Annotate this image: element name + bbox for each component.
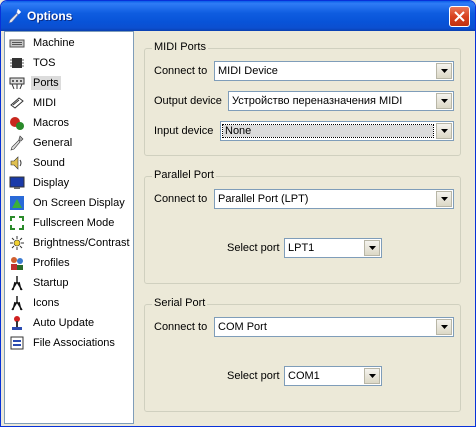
- chevron-down-icon[interactable]: [436, 319, 452, 335]
- sun-icon: [10, 236, 24, 250]
- close-icon: [454, 11, 465, 22]
- title-bar: Options: [1, 1, 475, 31]
- chevron-down-icon[interactable]: [436, 93, 452, 109]
- sidebar-item-label: Auto Update: [33, 317, 95, 329]
- group-title: Serial Port: [152, 297, 208, 309]
- sidebar-item-startup[interactable]: Startup: [7, 274, 131, 292]
- sidebar-item-brightness-contrast[interactable]: Brightness/Contrast: [7, 234, 131, 252]
- select-value: COM1: [288, 370, 320, 382]
- icons-icon: [11, 296, 23, 311]
- profiles-icon: [11, 257, 23, 270]
- chevron-down-icon[interactable]: [436, 63, 452, 79]
- midi-input-select[interactable]: None: [220, 121, 454, 141]
- parallel-select-label: Select port: [227, 242, 280, 254]
- settings-panel: MIDI Ports Connect to MIDI Device Output…: [135, 31, 473, 424]
- sidebar-item-machine[interactable]: Machine: [7, 34, 131, 52]
- category-list[interactable]: Machine TOS Ports MIDI Macros General So…: [4, 31, 134, 424]
- sidebar-item-label: Ports: [31, 76, 61, 90]
- window-title: Options: [27, 9, 73, 23]
- sidebar-item-label: Profiles: [33, 257, 70, 269]
- select-value: LPT1: [288, 242, 315, 254]
- midi-ports-group: MIDI Ports Connect to MIDI Device Output…: [144, 41, 461, 156]
- sidebar-item-label: On Screen Display: [33, 197, 125, 209]
- parallel-connect-label: Connect to: [154, 193, 208, 205]
- file-assoc-icon: [10, 336, 24, 350]
- serial-connect-label: Connect to: [154, 321, 208, 333]
- sidebar-item-label: Icons: [33, 297, 60, 309]
- sidebar-item-label: Brightness/Contrast: [33, 237, 130, 249]
- select-value: Parallel Port (LPT): [218, 193, 309, 205]
- wrench-icon: [10, 135, 24, 151]
- sidebar-item-midi[interactable]: MIDI: [7, 94, 131, 112]
- sidebar-item-label: General: [33, 137, 73, 149]
- options-window: Options Machine TOS Ports MIDI Macros Ge…: [0, 0, 476, 427]
- sidebar-item-display[interactable]: Display: [7, 174, 131, 192]
- sidebar-item-label: TOS: [33, 57, 56, 69]
- sidebar-item-label: Sound: [33, 157, 65, 169]
- midi-connect-select[interactable]: MIDI Device: [214, 61, 454, 81]
- serial-select-port[interactable]: COM1: [284, 366, 382, 386]
- sidebar-item-label: Machine: [33, 37, 75, 49]
- chevron-down-icon[interactable]: [364, 368, 380, 384]
- midi-output-label: Output device: [154, 95, 222, 107]
- parallel-select-port[interactable]: LPT1: [284, 238, 382, 258]
- sidebar-item-label: Fullscreen Mode: [33, 217, 115, 229]
- speaker-icon: [10, 156, 22, 170]
- midi-icon: [10, 97, 24, 109]
- sidebar-item-label: MIDI: [33, 97, 57, 109]
- parallel-port-group: Parallel Port Connect to Parallel Port (…: [144, 169, 461, 284]
- sidebar-item-macros[interactable]: Macros: [7, 114, 131, 132]
- chip-icon: [10, 58, 24, 68]
- sidebar-item-profiles[interactable]: Profiles: [7, 254, 131, 272]
- sidebar-item-ports[interactable]: Ports: [7, 74, 131, 92]
- monitor-icon: [9, 176, 25, 189]
- sidebar-item-file-associations[interactable]: File Associations: [7, 334, 131, 352]
- sidebar-item-label: Display: [33, 177, 70, 189]
- sidebar-item-label: Macros: [33, 117, 70, 129]
- machine-icon: [9, 39, 25, 48]
- serial-port-group: Serial Port Connect to COM Port Select p…: [144, 297, 461, 412]
- midi-output-select[interactable]: Устройство переназначения MIDI: [228, 91, 454, 111]
- group-title: MIDI Ports: [152, 41, 208, 53]
- fullscreen-icon: [10, 216, 24, 230]
- joystick-icon: [12, 316, 22, 330]
- ports-icon: [9, 77, 25, 90]
- sidebar-item-on-screen-display[interactable]: On Screen Display: [7, 194, 131, 212]
- sidebar-item-auto-update[interactable]: Auto Update: [7, 314, 131, 332]
- select-value: MIDI Device: [218, 65, 278, 77]
- chevron-down-icon[interactable]: [436, 191, 452, 207]
- sidebar-item-label: File Associations: [33, 337, 115, 349]
- chevron-down-icon[interactable]: [364, 240, 380, 256]
- macros-icon: [10, 117, 24, 130]
- select-value: Устройство переназначения MIDI: [232, 95, 403, 107]
- serial-select-label: Select port: [227, 370, 280, 382]
- startup-icon: [11, 276, 23, 291]
- sidebar-item-sound[interactable]: Sound: [7, 154, 131, 172]
- sidebar-item-fullscreen-mode[interactable]: Fullscreen Mode: [7, 214, 131, 232]
- sidebar-item-icons[interactable]: Icons: [7, 294, 131, 312]
- group-title: Parallel Port: [152, 169, 216, 181]
- close-button[interactable]: [449, 6, 470, 27]
- select-value: COM Port: [218, 321, 267, 333]
- serial-connect-select[interactable]: COM Port: [214, 317, 454, 337]
- wrench-icon: [8, 8, 22, 24]
- parallel-connect-select[interactable]: Parallel Port (LPT): [214, 189, 454, 209]
- midi-input-label: Input device: [154, 125, 214, 137]
- sidebar-item-tos[interactable]: TOS: [7, 54, 131, 72]
- osd-icon: [10, 196, 24, 210]
- midi-connect-label: Connect to: [154, 65, 208, 77]
- chevron-down-icon[interactable]: [436, 123, 452, 139]
- sidebar-item-general[interactable]: General: [7, 134, 131, 152]
- sidebar-item-label: Startup: [33, 277, 69, 289]
- select-value: None: [222, 124, 434, 138]
